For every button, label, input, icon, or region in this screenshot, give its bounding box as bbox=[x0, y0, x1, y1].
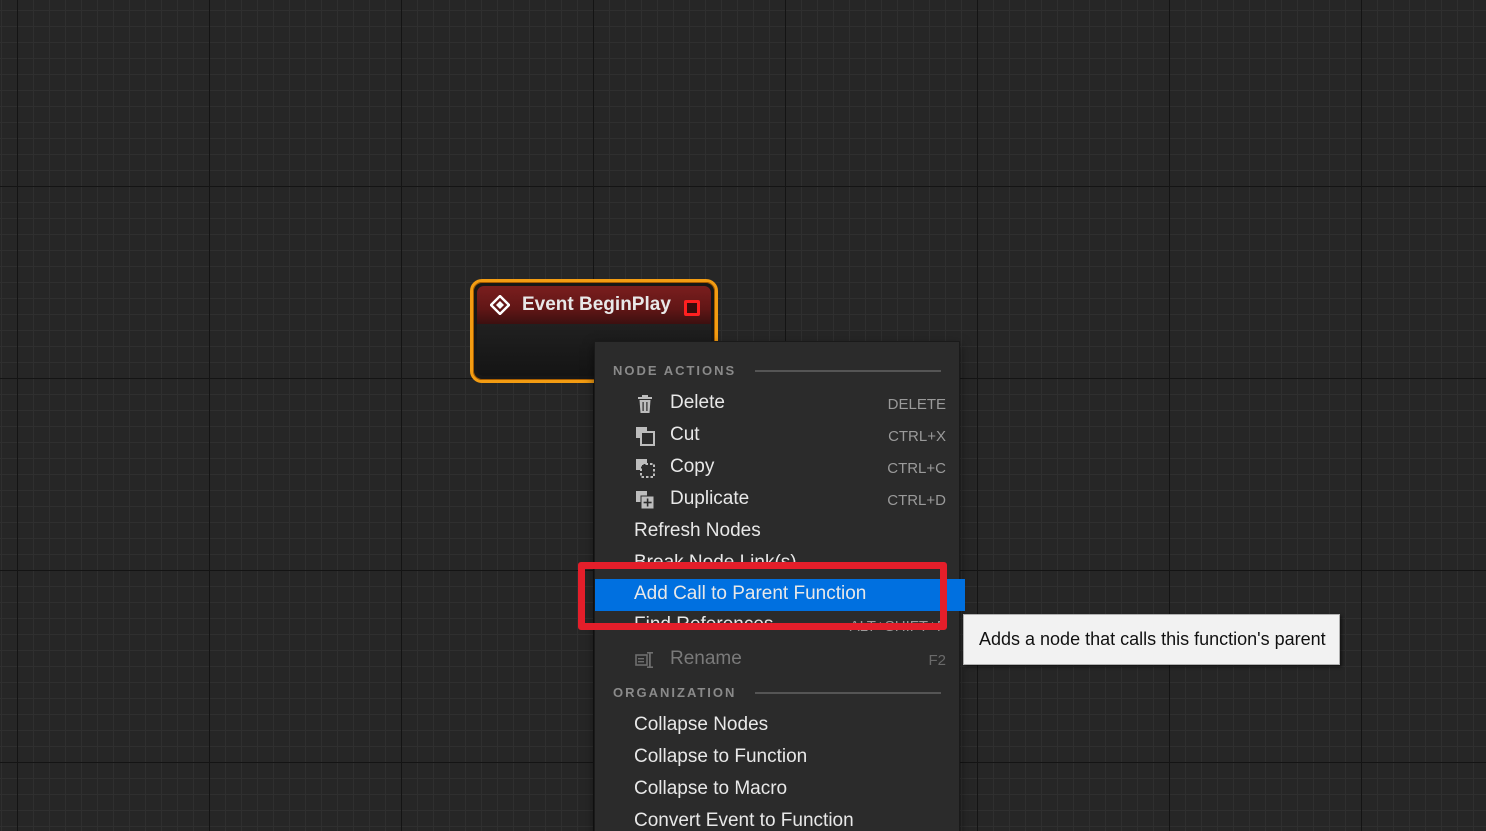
trash-icon bbox=[638, 395, 652, 413]
menu-item-label: Collapse to Macro bbox=[634, 778, 788, 799]
duplicate-icon bbox=[636, 491, 655, 510]
menu-item-label: Convert Event to Function bbox=[634, 810, 854, 831]
menu-item-label: Delete bbox=[670, 392, 725, 413]
menu-item-shortcut: F2 bbox=[928, 652, 946, 669]
menu-item-label: Copy bbox=[670, 456, 715, 477]
section-divider bbox=[755, 370, 941, 372]
menu-item-collapse-to-macro[interactable]: Collapse to Macro bbox=[595, 774, 959, 806]
menu-item-label: Cut bbox=[670, 424, 700, 445]
menu-item-collapse-nodes[interactable]: Collapse Nodes bbox=[595, 710, 959, 742]
section-divider bbox=[755, 692, 941, 694]
menu-item-label: Collapse Nodes bbox=[634, 714, 769, 735]
section-header-node-actions: NODE ACTIONS bbox=[613, 363, 737, 378]
menu-item-shortcut: CTRL+C bbox=[887, 460, 946, 477]
menu-item-refresh-nodes[interactable]: Refresh Nodes bbox=[595, 516, 959, 548]
menu-item-label: Refresh Nodes bbox=[634, 520, 761, 541]
menu-item-shortcut: CTRL+X bbox=[888, 428, 946, 445]
menu-item-break-node-links[interactable]: Break Node Link(s) bbox=[595, 548, 959, 563]
event-diamond-icon bbox=[490, 295, 510, 315]
menu-item-label: Collapse to Function bbox=[634, 746, 808, 767]
menu-item-copy[interactable]: Copy CTRL+C bbox=[595, 452, 959, 484]
menu-item-rename[interactable]: Rename F2 bbox=[595, 644, 959, 676]
menu-item-convert-event-to-function[interactable]: Convert Event to Function bbox=[595, 806, 959, 831]
highlight-annotation-box bbox=[578, 562, 947, 630]
copy-icon bbox=[636, 459, 655, 478]
menu-item-collapse-to-function[interactable]: Collapse to Function bbox=[595, 742, 959, 774]
menu-item-duplicate[interactable]: Duplicate CTRL+D bbox=[595, 484, 959, 516]
cut-icon bbox=[636, 427, 655, 446]
menu-item-shortcut: DELETE bbox=[887, 396, 946, 413]
menu-item-label: Rename bbox=[670, 648, 742, 669]
tooltip: Adds a node that calls this function's p… bbox=[963, 614, 1340, 665]
rename-icon bbox=[635, 652, 653, 668]
exec-output-pin[interactable] bbox=[684, 300, 700, 316]
section-header-organization: ORGANIZATION bbox=[613, 685, 737, 700]
tooltip-text: Adds a node that calls this function's p… bbox=[979, 629, 1326, 649]
menu-item-cut[interactable]: Cut CTRL+X bbox=[595, 420, 959, 452]
node-title: Event BeginPlay bbox=[522, 294, 671, 315]
menu-item-delete[interactable]: Delete DELETE bbox=[595, 388, 959, 420]
menu-item-label: Duplicate bbox=[670, 488, 750, 509]
menu-item-shortcut: CTRL+D bbox=[887, 492, 946, 509]
node-header: Event BeginPlay bbox=[477, 286, 711, 324]
